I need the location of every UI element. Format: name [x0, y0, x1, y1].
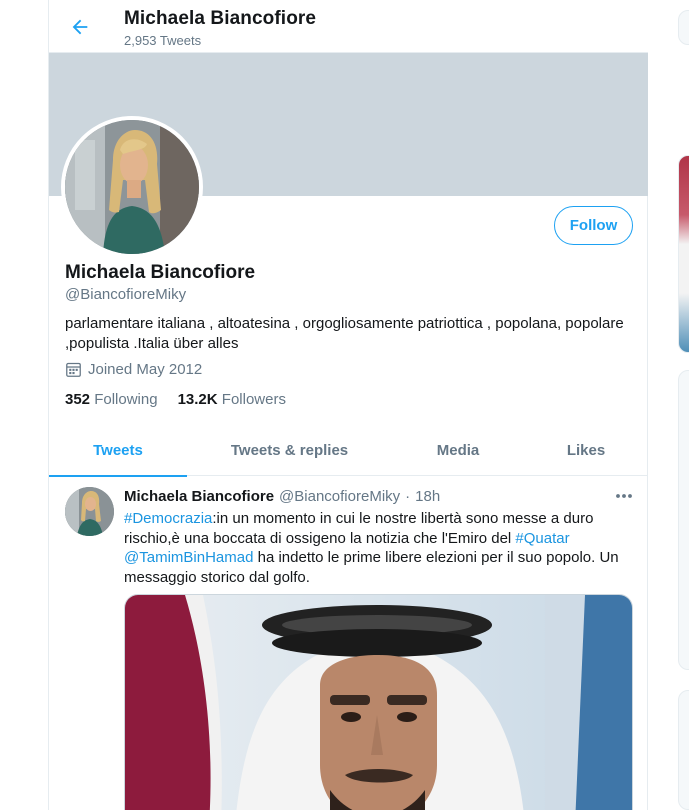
- tab-likes[interactable]: Likes: [524, 424, 648, 476]
- header-title: Michaela Biancofiore: [124, 8, 317, 29]
- tweet-avatar-photo: [65, 487, 114, 536]
- tweet-timestamp[interactable]: 18h: [415, 488, 440, 505]
- tweet-separator: ·: [405, 488, 411, 505]
- follow-button[interactable]: Follow: [554, 206, 633, 245]
- tab-tweets-and-replies[interactable]: Tweets & replies: [187, 424, 392, 476]
- page: Michaela Biancofiore 2,953 Tweets Follow…: [0, 0, 689, 810]
- profile-tabs: Tweets Tweets & replies Media Likes: [49, 424, 648, 477]
- hashtag-link[interactable]: #Democrazia: [124, 510, 212, 527]
- left-gutter: [0, 0, 49, 810]
- following-link[interactable]: 352 Following: [65, 391, 158, 408]
- arrow-left-icon: [72, 19, 88, 35]
- profile-header: Michaela Biancofiore 2,953 Tweets: [49, 0, 648, 53]
- back-button[interactable]: [65, 12, 95, 42]
- search-box[interactable]: [678, 10, 689, 45]
- calendar-icon: [66, 362, 81, 377]
- profile-bio: parlamentare italiana , altoatesina , or…: [65, 315, 624, 352]
- sidebar-trends-panel: [678, 370, 689, 670]
- tweet-image[interactable]: [124, 594, 633, 810]
- profile-name: Michaela Biancofiore: [65, 262, 256, 283]
- tab-tweets[interactable]: Tweets: [49, 424, 187, 477]
- sidebar-media-preview[interactable]: [678, 155, 689, 353]
- followers-label: Followers: [221, 391, 286, 408]
- tab-media[interactable]: Media: [392, 424, 524, 476]
- tweet-image-photo: [125, 595, 632, 810]
- follow-stats: 352 Following 13.2K Followers: [65, 391, 286, 408]
- more-horizontal-icon: [616, 494, 632, 498]
- tweet-more-button[interactable]: [613, 488, 635, 504]
- hashtag-link[interactable]: #Quatar: [515, 530, 569, 547]
- header-tweet-count: 2,953 Tweets: [124, 33, 202, 48]
- sidebar-follow-panel: [678, 690, 689, 810]
- tweet-author-name[interactable]: Michaela Biancofiore: [124, 488, 274, 505]
- right-sidebar: [648, 0, 689, 810]
- tweet-author-avatar[interactable]: [65, 487, 114, 536]
- mention-link[interactable]: @TamimBinHamad: [124, 549, 253, 566]
- joined-text: Joined May 2012: [88, 361, 203, 378]
- profile-avatar[interactable]: [61, 116, 203, 258]
- profile-column: Michaela Biancofiore 2,953 Tweets Follow…: [48, 0, 648, 810]
- avatar-photo: [65, 120, 199, 254]
- joined-date: Joined May 2012: [65, 361, 202, 378]
- tweet-author-handle[interactable]: @BiancofioreMiky: [279, 488, 400, 505]
- followers-link[interactable]: 13.2K Followers: [178, 391, 286, 408]
- profile-handle: @BiancofioreMiky: [65, 286, 187, 303]
- tweet-text: #Democrazia:in un momento in cui le nost…: [124, 509, 634, 587]
- followers-count: 13.2K: [177, 391, 218, 408]
- following-count: 352: [65, 391, 91, 408]
- tweet[interactable]: Michaela Biancofiore @BiancofioreMiky · …: [49, 477, 648, 810]
- following-label: Following: [94, 391, 158, 408]
- tweet-header: Michaela Biancofiore @BiancofioreMiky · …: [124, 488, 440, 505]
